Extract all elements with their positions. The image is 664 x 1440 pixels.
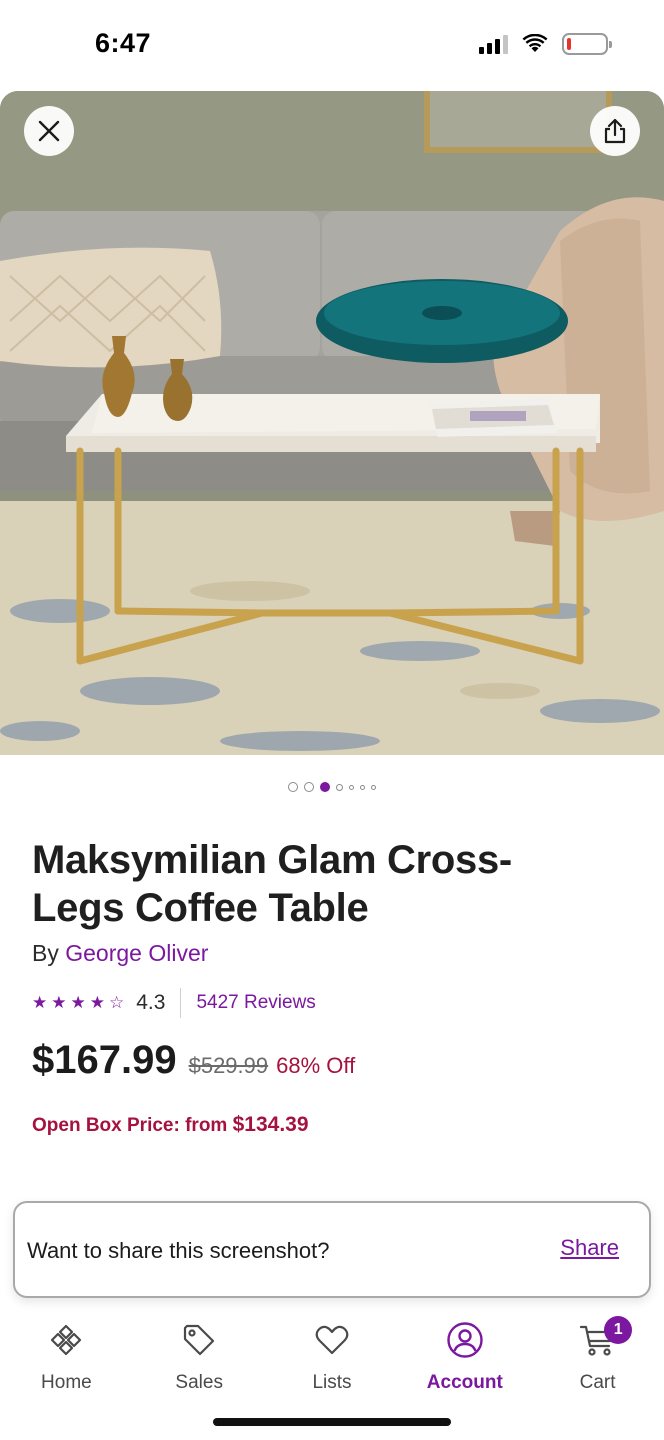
share-button[interactable] — [590, 106, 640, 156]
carousel-dot-active[interactable] — [320, 782, 330, 792]
star-icon: ★ — [32, 993, 48, 1012]
obscured-text — [32, 1176, 212, 1198]
status-icons — [479, 33, 612, 55]
carousel-indicator[interactable] — [0, 782, 664, 792]
brand-link[interactable]: George Oliver — [65, 940, 208, 966]
divider — [180, 988, 182, 1018]
close-button[interactable] — [24, 106, 74, 156]
star-icon: ★ — [70, 993, 86, 1012]
status-bar: 6:47 — [0, 0, 664, 90]
share-icon — [604, 118, 626, 144]
star-icon: ★ — [89, 993, 105, 1012]
nav-label: Home — [41, 1372, 92, 1393]
carousel-dot[interactable] — [304, 782, 314, 792]
home-indicator[interactable] — [213, 1418, 451, 1426]
star-rating: ★ ★ ★ ★ ☆ — [32, 993, 124, 1013]
nav-home[interactable]: Home — [0, 1310, 133, 1440]
carousel-dot[interactable] — [349, 784, 354, 790]
home-icon — [46, 1320, 86, 1360]
toast-share-link[interactable]: Share — [560, 1235, 619, 1261]
share-screenshot-toast: Want to share this screenshot? Share — [13, 1201, 651, 1298]
open-box-price[interactable]: Open Box Price: from $134.39 — [32, 1113, 309, 1137]
original-price: $529.99 — [188, 1053, 269, 1078]
discount-label: 68% Off — [276, 1053, 356, 1078]
status-time: 6:47 — [95, 28, 152, 58]
heart-icon — [312, 1320, 352, 1360]
carousel-dot[interactable] — [288, 782, 298, 792]
carousel-dot[interactable] — [371, 784, 376, 790]
product-image[interactable] — [0, 91, 664, 755]
cart-count-badge: 1 — [604, 1316, 633, 1344]
star-half-icon: ☆ — [109, 993, 125, 1012]
carousel-dot[interactable] — [336, 783, 343, 791]
star-icon: ★ — [51, 993, 67, 1012]
open-box-amount: $134.39 — [232, 1113, 309, 1136]
wifi-icon — [522, 34, 548, 52]
battery-icon — [562, 33, 612, 55]
account-icon — [445, 1320, 485, 1360]
nav-label: Account — [426, 1372, 503, 1393]
reviews-link[interactable]: 5427 Reviews — [196, 992, 315, 1014]
open-box-label: Open Box Price: from — [32, 1115, 228, 1136]
current-price: $167.99 — [32, 1038, 177, 1082]
product-title: Maksymilian Glam Cross-Legs Coffee Table — [32, 838, 512, 930]
tag-icon — [179, 1320, 219, 1360]
nav-label: Sales — [175, 1372, 223, 1393]
nav-label: Lists — [312, 1372, 352, 1393]
brand-prefix: By — [32, 940, 59, 966]
rating-row[interactable]: ★ ★ ★ ★ ☆ 4.3 5427 Reviews — [32, 988, 316, 1018]
cellular-signal-icon — [479, 34, 508, 54]
toast-message: Want to share this screenshot? — [27, 1238, 330, 1263]
carousel-dot[interactable] — [360, 784, 365, 790]
brand-line: By George Oliver — [32, 940, 208, 967]
product-photo — [0, 91, 664, 755]
nav-cart[interactable]: 1 Cart — [531, 1310, 664, 1440]
nav-label: Cart — [579, 1372, 616, 1393]
price-row: $167.99 $529.99 68% Off — [32, 1038, 355, 1083]
rating-value: 4.3 — [136, 991, 166, 1014]
close-icon — [38, 120, 60, 142]
